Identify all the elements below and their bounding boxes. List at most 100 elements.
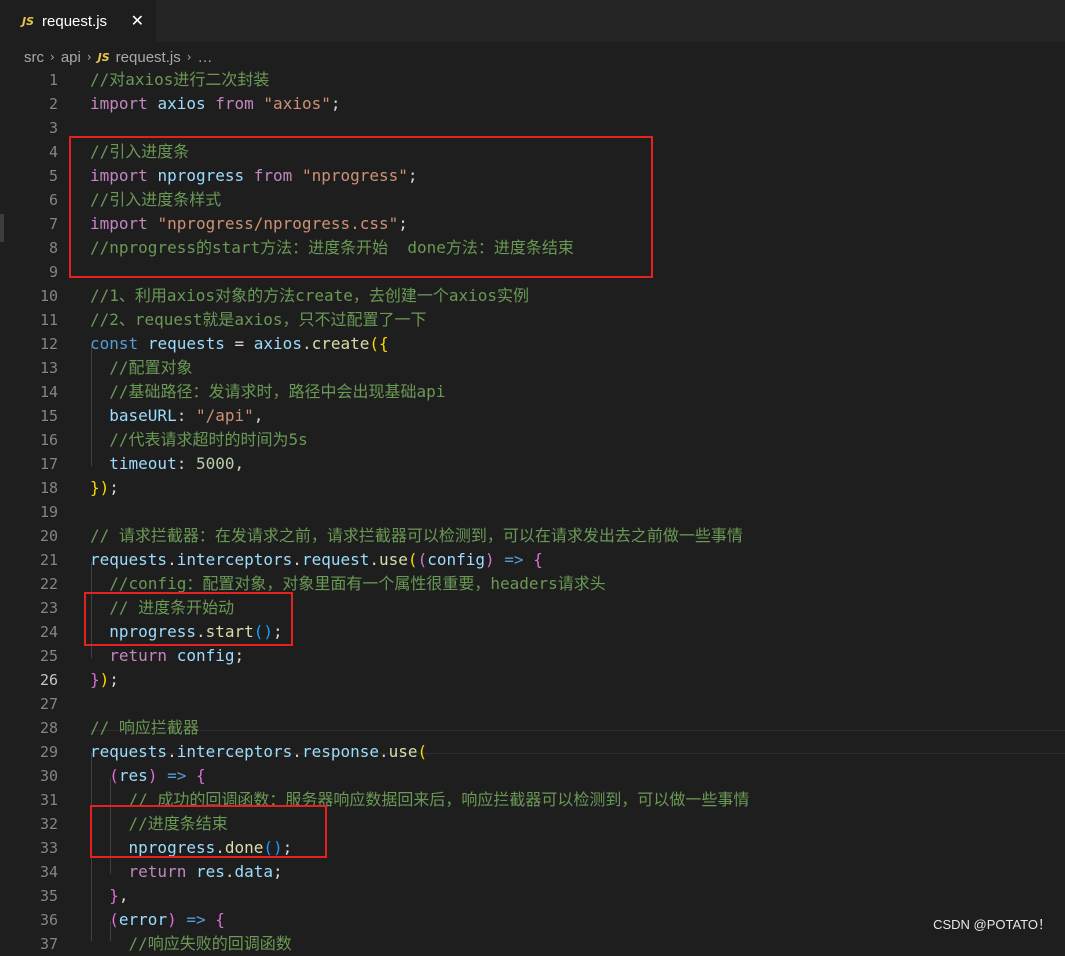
- code-line[interactable]: 36 (error) => {: [0, 908, 1065, 932]
- code-token: const: [90, 334, 139, 353]
- code-line[interactable]: 16 //代表请求超时的时间为5s: [0, 428, 1065, 452]
- code-line[interactable]: 1 //对axios进行二次封装: [0, 68, 1065, 92]
- code-token: ;: [330, 94, 341, 113]
- line-number: 36: [39, 911, 58, 929]
- code-text: const requests = axios.create({: [90, 332, 389, 356]
- code-token: ;: [273, 862, 283, 881]
- code-token: return: [128, 862, 187, 881]
- breadcrumb-item-more[interactable]: …: [198, 49, 213, 66]
- code-token: timeout: [109, 454, 177, 473]
- code-token: {: [196, 766, 206, 785]
- code-line[interactable]: 25 return config;: [0, 644, 1065, 668]
- code-line[interactable]: 14 //基础路径：发请求时，路径中会出现基础api: [0, 380, 1065, 404]
- code-token: (: [109, 910, 119, 929]
- code-line[interactable]: 20 // 请求拦截器：在发请求之前，请求拦截器可以检测到，可以在请求发出去之前做…: [0, 524, 1065, 548]
- line-number: 16: [39, 431, 58, 449]
- breadcrumb-item-src[interactable]: src: [24, 49, 44, 66]
- code-text: // 请求拦截器：在发请求之前，请求拦截器可以检测到，可以在请求发出去之前做一些…: [90, 524, 743, 548]
- code-token: :: [176, 406, 196, 425]
- line-number: 9: [48, 263, 58, 281]
- code-line[interactable]: 21 requests.interceptors.request.use((con…: [0, 548, 1065, 572]
- code-text: //对axios进行二次封装: [90, 68, 269, 92]
- code-line[interactable]: 29 requests.interceptors.response.use(: [0, 740, 1065, 764]
- line-number: 33: [39, 839, 58, 857]
- code-token: .: [369, 550, 380, 569]
- watermark: CSDN @POTATO！: [933, 917, 1051, 932]
- code-line[interactable]: 18});: [0, 476, 1065, 500]
- chevron-right-icon: ›: [86, 50, 92, 64]
- code-line[interactable]: 37 //响应失败的回调函数: [0, 932, 1065, 956]
- tab-request-js[interactable]: JS request.js ✕: [0, 0, 156, 42]
- code-token: axios: [157, 94, 206, 113]
- line-number: 7: [48, 215, 58, 233]
- code-line[interactable]: 28 // 响应拦截器: [0, 716, 1065, 740]
- code-text: (error) => {: [90, 908, 225, 932]
- code-line[interactable]: 35 },: [0, 884, 1065, 908]
- javascript-file-icon: JS: [22, 14, 35, 28]
- code-token: }: [90, 670, 100, 689]
- code-token: ;: [109, 670, 119, 689]
- line-number: 25: [39, 647, 58, 665]
- close-icon[interactable]: ✕: [131, 11, 144, 31]
- code-token: // 请求拦截器：在发请求之前，请求拦截器可以检测到，可以在请求发出去之前做一些…: [90, 526, 743, 545]
- line-number: 18: [39, 479, 58, 497]
- code-line[interactable]: 15 baseURL: "/api",: [0, 404, 1065, 428]
- code-token: =: [224, 334, 254, 353]
- code-text: //基础路径：发请求时，路径中会出现基础api: [90, 380, 445, 404]
- code-line[interactable]: 12 const requests = axios.create({: [0, 332, 1065, 356]
- code-token: "/api": [195, 406, 254, 425]
- code-token: (: [417, 550, 428, 569]
- code-token: res: [118, 766, 148, 785]
- code-line[interactable]: 2 import axios from "axios";: [0, 92, 1065, 116]
- code-line[interactable]: 13 //配置对象: [0, 356, 1065, 380]
- line-number: 3: [48, 119, 58, 137]
- code-line[interactable]: 34 return res.data;: [0, 860, 1065, 884]
- code-line[interactable]: 26});: [0, 668, 1065, 692]
- line-number: 2: [48, 95, 58, 113]
- highlight-box-nprogress-start: [84, 592, 293, 646]
- line-number: 14: [39, 383, 58, 401]
- code-token: }): [90, 478, 110, 497]
- code-line[interactable]: 27: [0, 692, 1065, 716]
- breadcrumb-item-file[interactable]: request.js: [116, 49, 181, 66]
- code-token: res: [195, 862, 225, 881]
- code-line[interactable]: 19: [0, 500, 1065, 524]
- code-text: //代表请求超时的时间为5s: [90, 428, 308, 452]
- code-token: (: [109, 766, 119, 785]
- code-token: (: [417, 742, 428, 761]
- line-number: 23: [39, 599, 58, 617]
- code-text: });: [90, 668, 119, 692]
- code-line[interactable]: 10 //1、利用axios对象的方法create，去创建一个axios实例: [0, 284, 1065, 308]
- code-line[interactable]: 30 (res) => {: [0, 764, 1065, 788]
- line-number: 34: [39, 863, 58, 881]
- code-line[interactable]: 11 //2、request就是axios，只不过配置了一下: [0, 308, 1065, 332]
- code-text: });: [90, 476, 119, 500]
- code-token: ): [167, 910, 177, 929]
- code-text: //2、request就是axios，只不过配置了一下: [90, 308, 427, 332]
- breadcrumb-item-api[interactable]: api: [61, 49, 81, 66]
- code-token: from: [215, 94, 254, 113]
- line-number: 13: [39, 359, 58, 377]
- line-number: 22: [39, 575, 58, 593]
- code-line[interactable]: 17 timeout: 5000,: [0, 452, 1065, 476]
- code-text: timeout: 5000,: [90, 452, 244, 476]
- line-number: 21: [39, 551, 58, 569]
- code-token: .: [224, 862, 235, 881]
- code-token: ): [485, 550, 495, 569]
- line-number: 17: [39, 455, 58, 473]
- javascript-file-icon: JS: [97, 50, 110, 64]
- line-number: 5: [48, 167, 58, 185]
